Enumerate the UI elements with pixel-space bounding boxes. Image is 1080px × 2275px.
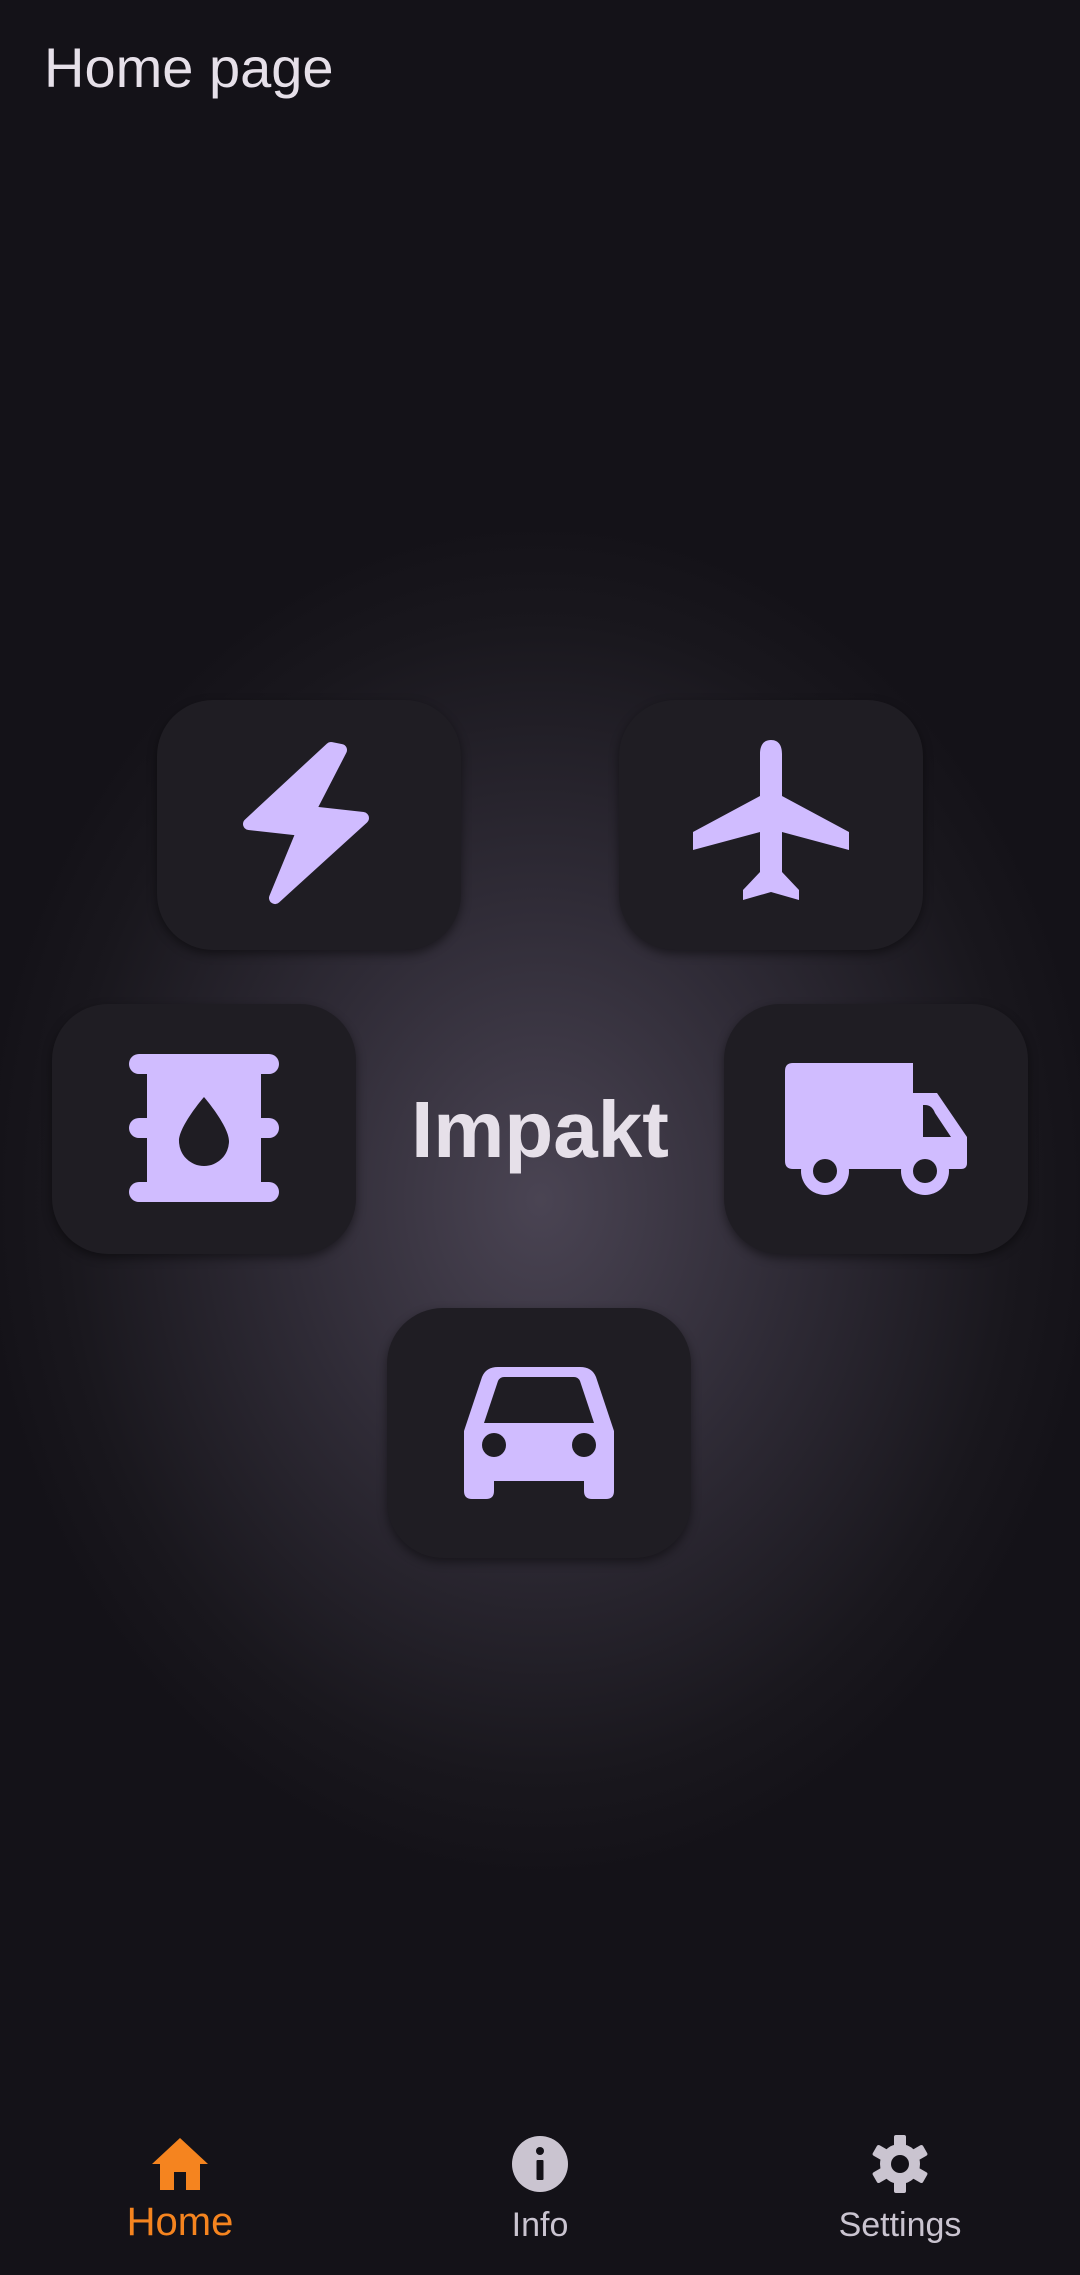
oil-barrel-icon	[129, 1054, 279, 1202]
nav-item-home[interactable]: Home	[0, 2092, 360, 2275]
nav-item-info[interactable]: Info	[360, 2092, 720, 2275]
transport-tile[interactable]	[724, 1004, 1028, 1254]
nav-label-settings: Settings	[838, 2206, 962, 2244]
flight-tile[interactable]	[619, 700, 923, 950]
nav-label-info: Info	[511, 2206, 569, 2244]
brand-title: Impakt	[411, 1085, 669, 1174]
gear-icon	[872, 2135, 928, 2193]
app-bar: Home page	[0, 0, 1080, 140]
car-tile[interactable]	[387, 1308, 691, 1558]
bottom-navigation: Home Info Settings	[0, 2092, 1080, 2275]
page-title: Home page	[44, 36, 334, 99]
nav-label-home: Home	[126, 2200, 234, 2244]
nav-item-settings[interactable]: Settings	[720, 2092, 1080, 2275]
truck-icon	[785, 1063, 967, 1195]
info-icon	[512, 2136, 568, 2192]
oil-tile[interactable]	[52, 1004, 356, 1254]
lightning-bolt-icon	[243, 742, 369, 904]
home-screen: Home page Impakt Home Info Settings	[0, 0, 1080, 2275]
car-icon	[464, 1367, 614, 1499]
home-icon	[152, 2138, 208, 2190]
electricity-tile[interactable]	[157, 700, 461, 950]
airplane-icon	[693, 740, 849, 900]
